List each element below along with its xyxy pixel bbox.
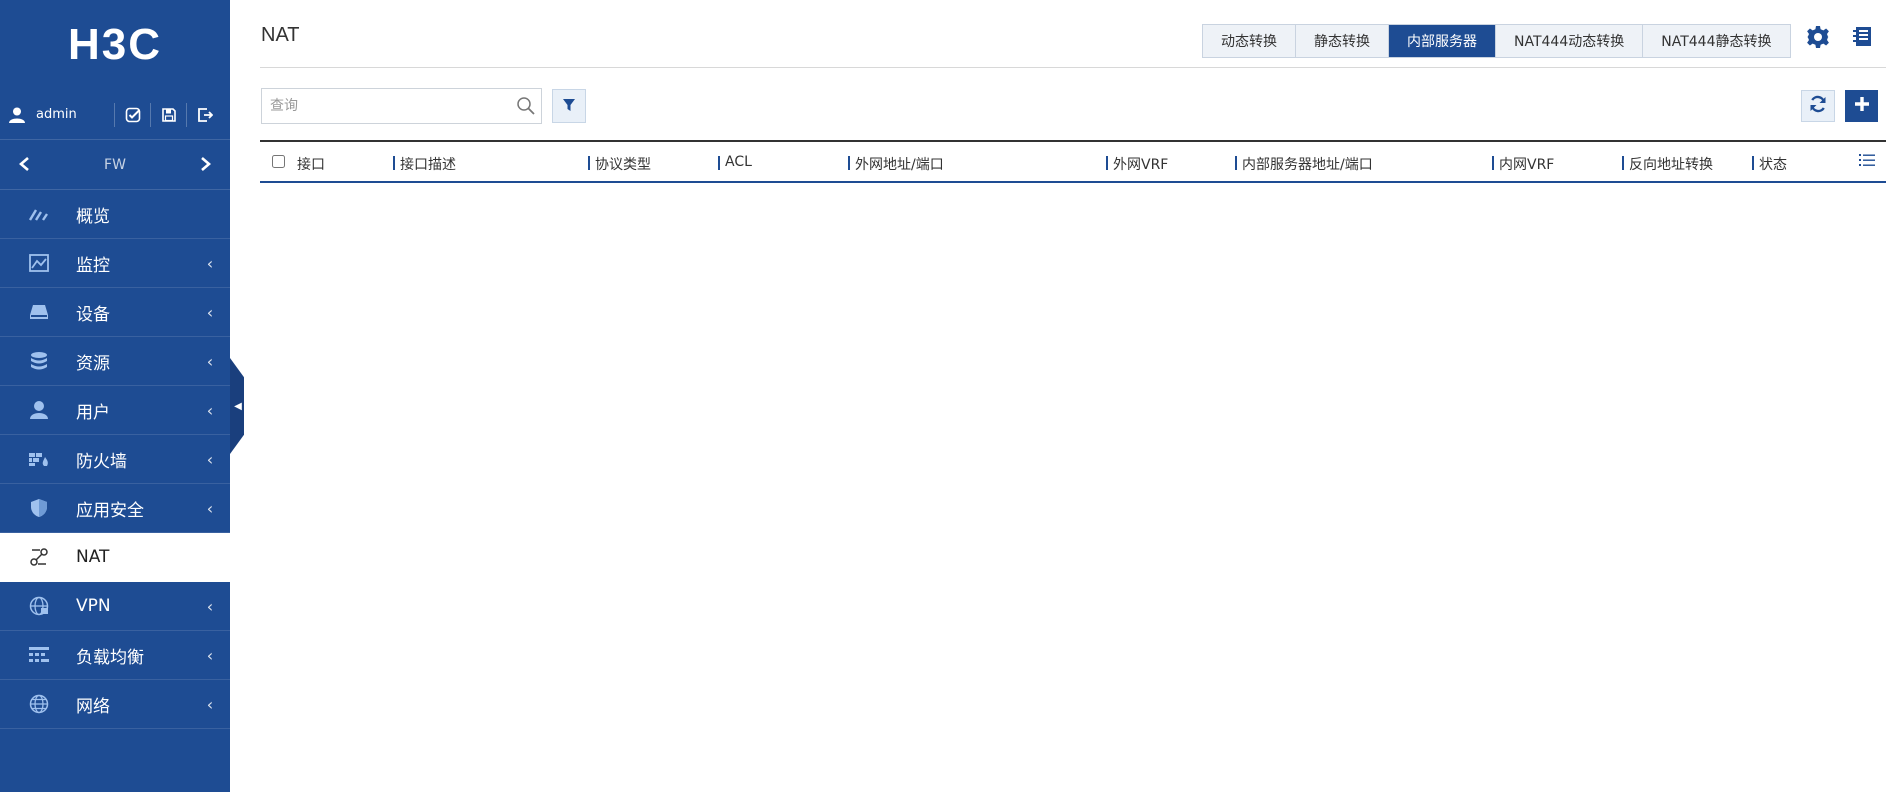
sidebar-item-resources[interactable]: 资源 ‹ [0,337,230,386]
sidebar-collapse-toggle[interactable]: ◀ [230,358,244,454]
prev-device-icon[interactable] [18,153,30,177]
device-icon [28,301,50,323]
sidebar-item-app-security[interactable]: 应用安全 ‹ [0,484,230,533]
chevron-left-icon: ‹ [206,645,214,665]
logo: H3C [0,0,230,90]
caret-left-icon: ◀ [234,400,242,412]
chevron-left-icon: ‹ [206,596,214,616]
column-header-internal-vrf[interactable]: 内网VRF [1492,154,1554,174]
chevron-left-icon: ‹ [206,400,214,420]
network-globe-icon [28,693,50,715]
chevron-left-icon: ‹ [206,694,214,714]
load-balance-icon [28,644,50,666]
search-input[interactable] [262,91,511,121]
sidebar-item-monitor[interactable]: 监控 ‹ [0,239,230,288]
column-header-status[interactable]: 状态 [1752,154,1787,174]
page-header: NAT 动态转换 静态转换 内部服务器 NAT444动态转换 NAT444静态转… [260,0,1886,68]
chevron-left-icon: ‹ [206,253,214,273]
refresh-button[interactable] [1801,90,1835,122]
sidebar-item-load-balance[interactable]: 负载均衡 ‹ [0,631,230,680]
sidebar-item-nat[interactable]: NAT [0,533,230,582]
tab-internal-server[interactable]: 内部服务器 [1389,25,1496,57]
table-header: 接口 接口描述 协议类型 ACL 外网地址/端口 外网VRF 内部服务器地址/端… [260,140,1886,183]
refresh-icon [1809,95,1827,117]
save-icon[interactable] [150,102,186,127]
sidebar-item-device[interactable]: 设备 ‹ [0,288,230,337]
column-header-reverse-translation[interactable]: 反向地址转换 [1622,154,1713,174]
sidebar-item-label: 概览 [76,206,110,227]
sidebar-item-label: 监控 [76,255,110,276]
database-icon [28,350,50,372]
sidebar-item-label: 设备 [76,304,110,325]
user-bar: admin [0,90,230,140]
next-device-icon[interactable] [200,153,212,177]
filter-icon [562,97,576,116]
sidebar-item-label: 防火墙 [76,451,127,472]
chevron-left-icon: ‹ [206,498,214,518]
user-avatar-icon [8,106,26,124]
column-header-internal-server-address-port[interactable]: 内部服务器地址/端口 [1235,154,1373,174]
logout-icon[interactable] [186,102,222,127]
column-header-interface-description[interactable]: 接口描述 [393,154,456,174]
nat-icon [28,546,50,568]
firewall-icon [28,448,50,470]
sidebar-item-label: 资源 [76,353,110,374]
column-header-external-address-port[interactable]: 外网地址/端口 [848,154,944,174]
tab-dynamic-translation[interactable]: 动态转换 [1203,25,1296,57]
filter-button[interactable] [552,89,586,123]
device-switcher: FW [0,140,230,190]
notebook-icon[interactable] [1851,25,1875,49]
sidebar-item-label: NAT [76,547,110,567]
sidebar: H3C admin FW 概览 监控 ‹ 设备 ‹ 资源 ‹ 用户 ‹ 防火墙 … [0,0,230,792]
username: admin [36,107,77,122]
page-title: NAT [261,24,300,46]
nat-tabs: 动态转换 静态转换 内部服务器 NAT444动态转换 NAT444静态转换 [1202,24,1791,58]
sidebar-item-vpn[interactable]: VPN ‹ [0,582,230,631]
toolbar [260,88,1886,126]
chevron-left-icon: ‹ [206,302,214,322]
user-icon [28,399,50,421]
sidebar-item-label: 应用安全 [76,500,144,521]
monitor-icon [28,252,50,274]
column-header-interface[interactable]: 接口 [290,154,325,174]
dashboard-icon [28,203,50,225]
chevron-left-icon: ‹ [206,351,214,371]
column-settings-list-icon[interactable] [1858,152,1878,172]
sidebar-item-firewall[interactable]: 防火墙 ‹ [0,435,230,484]
tab-nat444-static[interactable]: NAT444静态转换 [1643,25,1790,57]
sidebar-menu: 概览 监控 ‹ 设备 ‹ 资源 ‹ 用户 ‹ 防火墙 ‹ 应用安全 ‹ NAT … [0,190,230,729]
search-box [261,88,542,124]
column-header-acl[interactable]: ACL [718,154,752,170]
plus-icon [1854,96,1870,116]
brand-logo-text: H3C [67,20,163,69]
shield-icon [28,497,50,519]
column-header-external-vrf[interactable]: 外网VRF [1106,154,1168,174]
sidebar-item-label: 网络 [76,696,110,717]
select-all-checkbox[interactable] [271,155,285,168]
sidebar-item-label: 负载均衡 [76,647,144,668]
vpn-globe-icon [28,595,50,617]
sidebar-item-network[interactable]: 网络 ‹ [0,680,230,729]
confirm-icon[interactable] [114,102,150,127]
chevron-left-icon: ‹ [206,449,214,469]
sidebar-item-overview[interactable]: 概览 [0,190,230,239]
sidebar-item-users[interactable]: 用户 ‹ [0,386,230,435]
main-content: NAT 动态转换 静态转换 内部服务器 NAT444动态转换 NAT444静态转… [260,0,1886,792]
sidebar-item-label: 用户 [76,402,110,423]
tab-static-translation[interactable]: 静态转换 [1296,25,1389,57]
sidebar-item-label: VPN [76,596,111,616]
tab-nat444-dynamic[interactable]: NAT444动态转换 [1496,25,1644,57]
add-button[interactable] [1845,90,1878,122]
column-header-protocol[interactable]: 协议类型 [588,154,651,174]
search-icon[interactable] [511,91,541,121]
gear-icon[interactable] [1806,25,1830,49]
device-name: FW [104,156,126,173]
